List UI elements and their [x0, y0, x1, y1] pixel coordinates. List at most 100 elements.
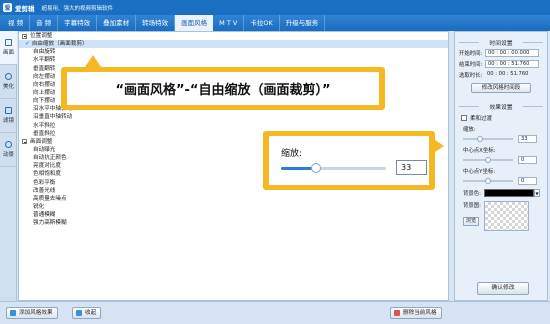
- delete-icon: [394, 310, 400, 316]
- collapse-toggle-icon[interactable]: [22, 33, 27, 39]
- soft-transition-label: 柔和过渡: [470, 116, 493, 122]
- tree-item-label: 垂直翻转: [33, 65, 56, 72]
- menu-tab-karaoke[interactable]: 卡拉OK: [244, 15, 280, 31]
- bg-image-preview: [484, 201, 529, 231]
- zoom-callout-value[interactable]: 33: [396, 160, 427, 175]
- confirm-modify-button[interactable]: 确认修改: [477, 282, 529, 295]
- menu-tab-overlay[interactable]: 叠加素材: [97, 15, 137, 31]
- zoom-label: 缩放:: [463, 127, 476, 133]
- tree-item[interactable]: 水平翻转: [19, 56, 448, 64]
- start-time-field[interactable]: 00 : 00 : 00.000: [485, 49, 539, 57]
- category-tab-filter[interactable]: 滤镜: [0, 99, 17, 133]
- tree-item-label: 锐化: [33, 203, 45, 210]
- bg-color-label: 背景色:: [463, 191, 481, 197]
- tree-item-label: 向下摆动: [33, 98, 56, 105]
- collapse-button[interactable]: 收起: [72, 307, 102, 319]
- center-y-label: 中心点Y坐标:: [463, 169, 496, 175]
- tree-item-label: 普通模糊: [33, 212, 56, 219]
- tree-group-label: 位置调整: [30, 33, 53, 40]
- menu-tab-mtv[interactable]: M T V: [213, 15, 245, 31]
- category-tab-strip: 画面 美化 滤镜 动景: [0, 31, 17, 301]
- delete-current-style-button[interactable]: 删除当前风格: [390, 307, 442, 319]
- add-style-effect-button[interactable]: 添加风格效果: [6, 307, 58, 319]
- center-y-slider-thumb[interactable]: [485, 178, 491, 184]
- menu-tab-subtitle-effects[interactable]: 字幕特效: [58, 15, 98, 31]
- bg-image-label: 背景图:: [463, 203, 481, 209]
- bg-color-swatch[interactable]: [484, 189, 534, 197]
- center-x-field[interactable]: 0: [518, 156, 537, 164]
- menu-tab-upgrade[interactable]: 升级与服务: [280, 15, 326, 31]
- add-style-effect-label: 添加风格效果: [19, 310, 53, 316]
- category-tab-picture[interactable]: 画面: [0, 31, 17, 65]
- tree-group[interactable]: 位置调整: [19, 32, 448, 40]
- tree-item-label: 改善光线: [33, 187, 56, 194]
- collapse-toggle-icon[interactable]: [22, 139, 27, 145]
- end-time-field[interactable]: 00 : 00 : 51.760: [485, 60, 539, 68]
- settings-panel: 时间设置 开始时间: 00 : 00 : 00.000 结束时间: 00 : 0…: [454, 31, 548, 301]
- zoom-callout-slider-thumb[interactable]: [310, 163, 321, 173]
- tree-item[interactable]: 强力高斯模糊: [19, 219, 448, 227]
- soft-transition-checkbox[interactable]: [461, 115, 467, 121]
- center-y-field[interactable]: 0: [518, 177, 537, 185]
- tree-item-label: 自由旋转: [33, 49, 56, 56]
- tree-item-label: 垂直斜拉: [33, 130, 56, 137]
- collapse-label: 收起: [85, 310, 97, 316]
- category-tab-motion[interactable]: 动景: [0, 133, 17, 167]
- motion-icon: [5, 141, 12, 148]
- time-settings-title: 时间设置: [455, 38, 547, 47]
- tree-item[interactable]: 高质量去噪点: [19, 195, 448, 203]
- start-time-label: 开始时间:: [459, 51, 483, 57]
- tree-item[interactable]: 沿垂直中轴转动: [19, 113, 448, 121]
- callout-arrow: [85, 55, 101, 67]
- menu-tab-audio[interactable]: 音 频: [30, 15, 59, 31]
- instruction-callout: “画面风格”-“自由缩放（画面裁剪）”: [61, 55, 385, 110]
- tree-item[interactable]: 自由旋转: [19, 48, 448, 56]
- zoom-slider[interactable]: [463, 136, 513, 142]
- tree-item-label: 水平斜拉: [33, 122, 56, 129]
- tree-item-label: 向右摆动: [33, 81, 56, 88]
- filter-icon: [5, 107, 12, 114]
- zoom-control: 33: [455, 135, 547, 143]
- center-y-slider[interactable]: [463, 178, 513, 184]
- center-x-control: 0: [455, 156, 547, 164]
- tree-item-label: 向上摆动: [33, 89, 56, 96]
- center-x-slider[interactable]: [463, 157, 513, 163]
- zoom-field[interactable]: 33: [518, 135, 537, 143]
- bottom-toolbar: 添加风格效果 收起 删除当前风格: [0, 301, 550, 324]
- menu-tab-transitions[interactable]: 转场特效: [136, 15, 176, 31]
- center-x-slider-thumb[interactable]: [485, 157, 491, 163]
- duration-row: 选取时长: 00 : 00 : 51.760: [455, 71, 547, 79]
- zoom-callout: 缩放: 33: [263, 131, 444, 190]
- tree-item-label: 强力高斯模糊: [33, 220, 67, 227]
- picture-icon: [5, 39, 12, 46]
- modify-time-button[interactable]: 修改风格时间段: [471, 83, 531, 93]
- category-tab-beautify[interactable]: 美化: [0, 65, 17, 99]
- browse-button[interactable]: 浏览: [463, 217, 479, 226]
- bg-color-row: 背景色: ▼: [455, 189, 547, 197]
- duration-value: 00 : 00 : 51.760: [487, 71, 529, 77]
- zoom-slider-thumb[interactable]: [476, 136, 483, 142]
- callout-arrow: [435, 140, 444, 152]
- tree-item[interactable]: 普通模糊: [19, 211, 448, 219]
- tree-group-label: 画面调整: [30, 138, 53, 145]
- effect-settings-title: 效果设置: [455, 102, 547, 111]
- tree-item-label: 自由缩放（画面裁剪）: [31, 41, 88, 48]
- tree-item-label: 高质量去噪点: [33, 195, 67, 202]
- tree-item[interactable]: ✓ 自由缩放（画面裁剪）: [19, 40, 448, 49]
- app-slogan: 超易用、强大的视频剪辑软件: [41, 5, 114, 12]
- tree-item[interactable]: 水平斜拉: [19, 122, 448, 130]
- chevron-down-icon[interactable]: ▼: [534, 189, 540, 197]
- category-tab-label: 美化: [2, 84, 14, 90]
- tree-item-label: 自动曝光: [33, 146, 56, 153]
- logo-glyph: 爱: [4, 5, 11, 12]
- center-y-control: 0: [455, 177, 547, 185]
- tree-item[interactable]: 锐化: [19, 203, 448, 211]
- tree-item-label: 自动抗正颜色: [33, 155, 67, 162]
- menu-tab-video[interactable]: 视 频: [2, 15, 31, 31]
- menu-tab-picture-style[interactable]: 画面风格: [175, 15, 214, 31]
- main-menu-bar: 视 频 音 频 字幕特效 叠加素材 转场特效 画面风格 M T V 卡拉OK 升…: [0, 15, 550, 31]
- end-time-row: 结束时间: 00 : 00 : 51.760: [455, 60, 547, 68]
- zoom-callout-slider[interactable]: [281, 163, 386, 173]
- tree-item-label: 沿垂直中轴转动: [33, 114, 73, 121]
- category-tab-label: 画面: [2, 50, 14, 56]
